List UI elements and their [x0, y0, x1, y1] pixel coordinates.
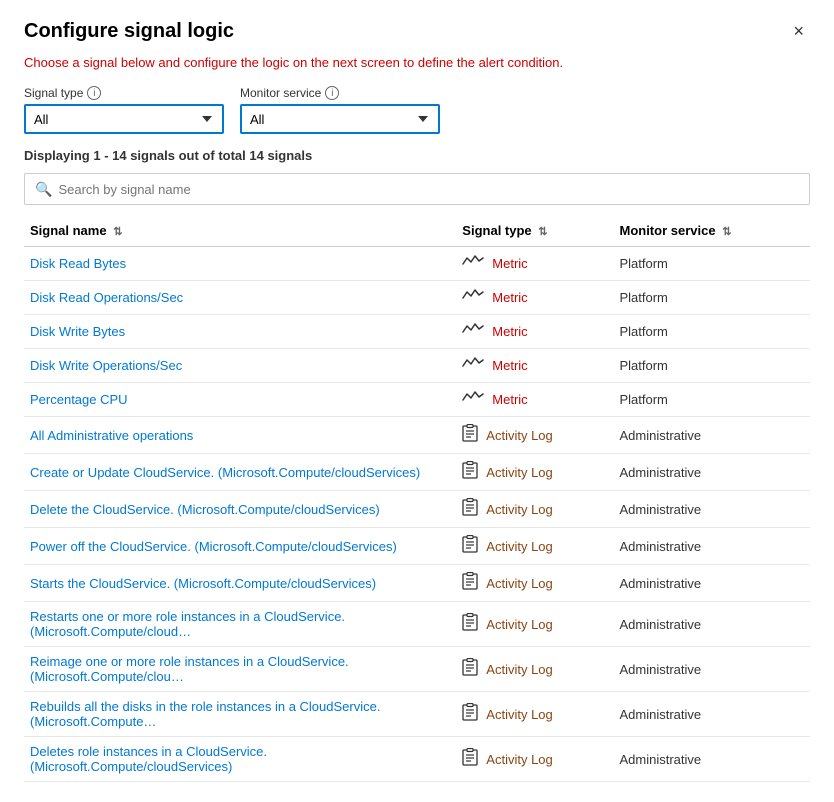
- search-input[interactable]: [58, 182, 799, 197]
- signals-table-container: Signal name ⇅ Signal type ⇅ Monitor serv…: [24, 215, 810, 782]
- signal-type-label: Activity Log: [486, 662, 552, 677]
- signal-type-label: Metric: [492, 392, 527, 407]
- signal-type-label: Metric: [492, 358, 527, 373]
- monitor-service-value: Administrative: [619, 539, 701, 554]
- metric-icon: [462, 356, 484, 375]
- monitor-service-value: Platform: [619, 358, 667, 373]
- displaying-count: Displaying 1 - 14 signals out of total 1…: [24, 148, 810, 163]
- signals-table: Signal name ⇅ Signal type ⇅ Monitor serv…: [24, 215, 810, 782]
- monitor-service-value: Platform: [619, 256, 667, 271]
- monitor-service-info-icon[interactable]: i: [325, 86, 339, 100]
- signal-type-info-icon[interactable]: i: [87, 86, 101, 100]
- monitor-service-value: Administrative: [619, 576, 701, 591]
- monitor-service-value: Administrative: [619, 662, 701, 677]
- signal-name-link[interactable]: Percentage CPU: [30, 392, 128, 407]
- table-row: Disk Read Operations/Sec Metric Platform: [24, 281, 810, 315]
- filters-row: Signal type i All Metric Activity Log Mo…: [24, 86, 810, 134]
- monitor-service-value: Administrative: [619, 617, 701, 632]
- signal-name-link[interactable]: Deletes role instances in a CloudService…: [30, 744, 267, 774]
- monitor-service-filter-group: Monitor service i All Platform Administr…: [240, 86, 440, 134]
- table-row: Delete the CloudService. (Microsoft.Comp…: [24, 491, 810, 528]
- table-row: Power off the CloudService. (Microsoft.C…: [24, 528, 810, 565]
- configure-signal-logic-panel: Configure signal logic × Choose a signal…: [0, 0, 834, 802]
- metric-icon: [462, 390, 484, 409]
- signal-type-select[interactable]: All Metric Activity Log: [24, 104, 224, 134]
- table-row: Reimage one or more role instances in a …: [24, 647, 810, 692]
- signal-name-link[interactable]: Delete the CloudService. (Microsoft.Comp…: [30, 502, 380, 517]
- activity-log-icon: [462, 613, 478, 635]
- table-row: Create or Update CloudService. (Microsof…: [24, 454, 810, 491]
- close-button[interactable]: ×: [787, 20, 810, 42]
- table-row: Starts the CloudService. (Microsoft.Comp…: [24, 565, 810, 602]
- signal-type-label: Activity Log: [486, 707, 552, 722]
- table-header-row: Signal name ⇅ Signal type ⇅ Monitor serv…: [24, 215, 810, 247]
- signal-name-link[interactable]: Disk Read Bytes: [30, 256, 126, 271]
- signal-type-label: Activity Log: [486, 539, 552, 554]
- monitor-service-value: Administrative: [619, 707, 701, 722]
- col-header-signal-name[interactable]: Signal name ⇅: [24, 215, 456, 247]
- table-row: Deletes role instances in a CloudService…: [24, 737, 810, 782]
- signal-type-label: Activity Log: [486, 502, 552, 517]
- monitor-service-value: Platform: [619, 392, 667, 407]
- signal-type-label: Activity Log: [486, 752, 552, 767]
- signal-type-label: Activity Log: [486, 617, 552, 632]
- signal-name-link[interactable]: All Administrative operations: [30, 428, 193, 443]
- activity-log-icon: [462, 572, 478, 594]
- activity-log-icon: [462, 498, 478, 520]
- table-row: Rebuilds all the disks in the role insta…: [24, 692, 810, 737]
- search-icon: 🔍: [35, 181, 52, 198]
- search-box: 🔍: [24, 173, 810, 205]
- monitor-service-value: Administrative: [619, 428, 701, 443]
- monitor-service-select[interactable]: All Platform Administrative: [240, 104, 440, 134]
- activity-log-icon: [462, 424, 478, 446]
- signal-type-label: Activity Log: [486, 465, 552, 480]
- signal-type-label: Metric: [492, 290, 527, 305]
- table-row: Disk Write Bytes Metric Platform: [24, 315, 810, 349]
- monitor-service-value: Administrative: [619, 502, 701, 517]
- signal-type-label: Signal type i: [24, 86, 224, 100]
- signal-name-link[interactable]: Restarts one or more role instances in a…: [30, 609, 345, 639]
- signal-name-link[interactable]: Reimage one or more role instances in a …: [30, 654, 349, 684]
- signal-name-link[interactable]: Rebuilds all the disks in the role insta…: [30, 699, 380, 729]
- signal-name-sort-icon: ⇅: [113, 226, 122, 238]
- signal-name-link[interactable]: Create or Update CloudService. (Microsof…: [30, 465, 420, 480]
- monitor-service-value: Administrative: [619, 465, 701, 480]
- monitor-service-value: Platform: [619, 324, 667, 339]
- signal-type-label: Activity Log: [486, 576, 552, 591]
- signal-name-link[interactable]: Starts the CloudService. (Microsoft.Comp…: [30, 576, 376, 591]
- panel-header: Configure signal logic ×: [24, 20, 810, 43]
- col-header-monitor-service[interactable]: Monitor service ⇅: [613, 215, 810, 247]
- activity-log-icon: [462, 535, 478, 557]
- monitor-service-label: Monitor service i: [240, 86, 440, 100]
- table-row: Percentage CPU Metric Platform: [24, 383, 810, 417]
- table-row: Disk Write Operations/Sec Metric Platform: [24, 349, 810, 383]
- activity-log-icon: [462, 703, 478, 725]
- signal-type-label: Metric: [492, 324, 527, 339]
- signal-name-link[interactable]: Disk Read Operations/Sec: [30, 290, 183, 305]
- signal-type-label: Activity Log: [486, 428, 552, 443]
- activity-log-icon: [462, 461, 478, 483]
- metric-icon: [462, 254, 484, 273]
- signal-name-link[interactable]: Disk Write Bytes: [30, 324, 125, 339]
- monitor-service-value: Administrative: [619, 752, 701, 767]
- monitor-service-value: Platform: [619, 290, 667, 305]
- subtitle-text: Choose a signal below and configure the …: [24, 55, 810, 70]
- metric-icon: [462, 288, 484, 307]
- col-header-signal-type[interactable]: Signal type ⇅: [456, 215, 613, 247]
- monitor-service-sort-icon: ⇅: [722, 226, 731, 238]
- signal-type-label: Metric: [492, 256, 527, 271]
- signal-name-link[interactable]: Disk Write Operations/Sec: [30, 358, 182, 373]
- metric-icon: [462, 322, 484, 341]
- table-row: Disk Read Bytes Metric Platform: [24, 247, 810, 281]
- activity-log-icon: [462, 658, 478, 680]
- table-row: Restarts one or more role instances in a…: [24, 602, 810, 647]
- signal-type-filter-group: Signal type i All Metric Activity Log: [24, 86, 224, 134]
- panel-title: Configure signal logic: [24, 20, 234, 43]
- activity-log-icon: [462, 748, 478, 770]
- signal-name-link[interactable]: Power off the CloudService. (Microsoft.C…: [30, 539, 397, 554]
- signal-type-sort-icon: ⇅: [538, 226, 547, 238]
- table-row: All Administrative operations Activity Lo…: [24, 417, 810, 454]
